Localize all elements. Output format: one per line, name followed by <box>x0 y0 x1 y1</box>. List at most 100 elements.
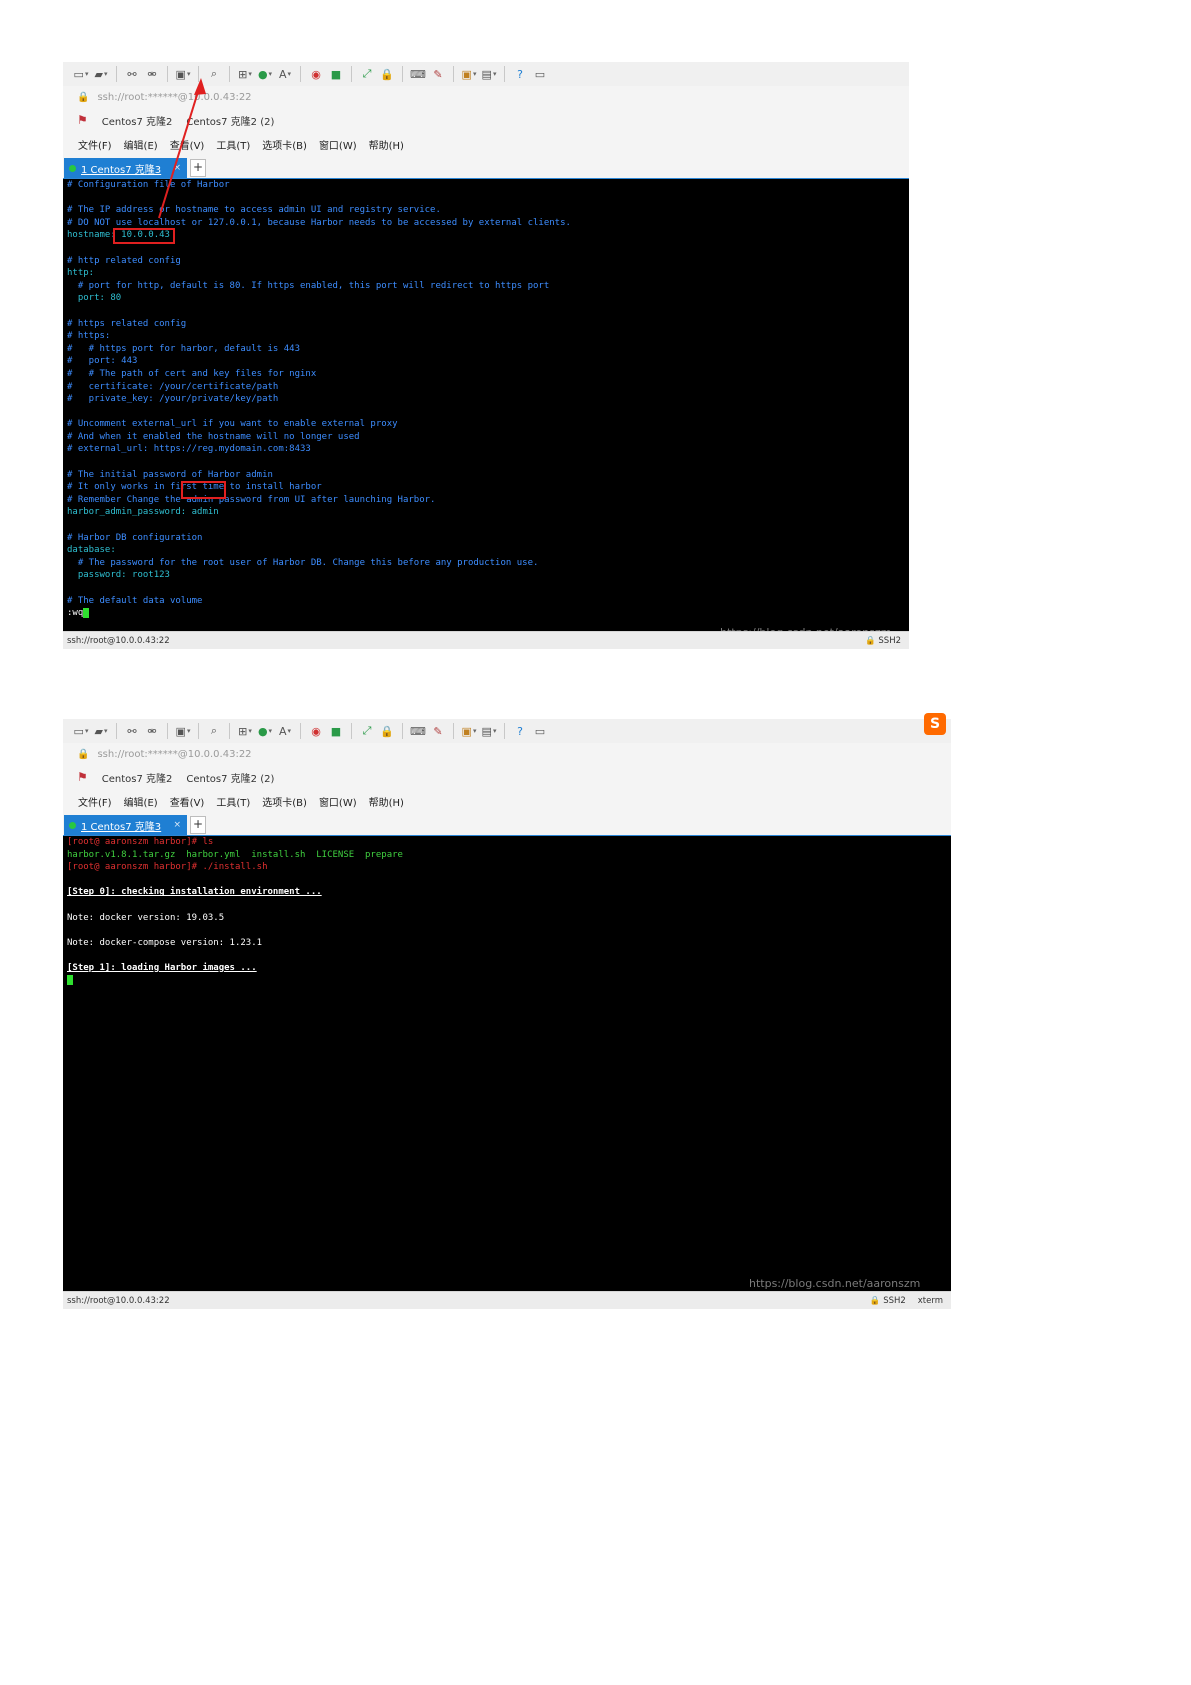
screenshot-xshell-install: ▭ ▾ ▰ ▾ ⚯ ⚮ ▣ ▾ ⌕ ⊞ ▾ ● ▾ A ▾ ◉ ■ ⤢ 🔒 ⌨ ✎ ▣ ▾ ▤… <box>63 719 951 1309</box>
search-icon[interactable]: ⌕ <box>206 66 222 82</box>
terminal-cursor <box>67 975 73 986</box>
terminal-line: # port for http, default is 80. If https… <box>67 280 550 291</box>
layout-icon[interactable]: ⊞ ▾ <box>237 66 253 82</box>
highlight-box-password <box>181 481 226 499</box>
search-icon[interactable]: ⌕ <box>206 723 222 739</box>
session-link[interactable]: Centos7 克隆2 (2) <box>186 113 274 128</box>
pen-icon[interactable]: ✎ <box>430 66 446 82</box>
toolbar-divider <box>116 66 117 82</box>
chat-icon[interactable]: ▭ <box>532 723 548 739</box>
status-term: xterm <box>917 1295 943 1306</box>
help-icon[interactable]: ? <box>512 66 528 82</box>
fullscreen-icon[interactable]: ⤢ <box>359 723 375 739</box>
terminal-line: password: root123 <box>67 570 170 581</box>
add-tab-button[interactable]: + <box>190 159 206 177</box>
keyboard-icon[interactable]: ⌨ <box>410 66 426 82</box>
window-icon[interactable]: ▤ ▾ <box>481 723 497 739</box>
menu-bar: 文件(F) 编辑(E) 查看(V) 工具(T) 选项卡(B) 窗口(W) 帮助(… <box>63 132 909 156</box>
menu-edit[interactable]: 编辑(E) <box>124 794 158 809</box>
help-icon[interactable]: ? <box>512 723 528 739</box>
menu-view[interactable]: 查看(V) <box>170 137 205 152</box>
toolbar-divider <box>116 723 117 739</box>
connect-icon[interactable]: ⚯ <box>124 723 140 739</box>
connect-icon[interactable]: ⚯ <box>124 66 140 82</box>
close-icon[interactable]: × <box>173 163 181 173</box>
address-bar[interactable]: 🔒 ssh://root:******@10.0.0.43:22 <box>63 743 951 765</box>
protocol-label: SSH2 <box>883 1295 906 1306</box>
new-session-icon[interactable]: ▭ ▾ <box>73 66 89 82</box>
terminal[interactable]: # Configuration file of Harbor # The IP … <box>63 179 909 632</box>
terminal[interactable]: [root@ aaronszm harbor]# ls harbor.v1.8.… <box>63 836 951 1292</box>
menu-tools[interactable]: 工具(T) <box>216 137 250 152</box>
chat-icon[interactable]: ▭ <box>532 66 548 82</box>
terminal-line: # http related config <box>67 255 181 266</box>
tab-session[interactable]: 1 Centos7 克隆3 × <box>64 158 187 178</box>
add-tab-button[interactable]: + <box>190 816 206 834</box>
window-icon[interactable]: ▤ ▾ <box>481 66 497 82</box>
open-folder-icon[interactable]: ▰ ▾ <box>93 723 109 739</box>
keyboard-icon[interactable]: ⌨ <box>410 723 426 739</box>
menu-window[interactable]: 窗口(W) <box>319 794 357 809</box>
protocol-label: SSH2 <box>878 635 901 646</box>
new-session-icon[interactable]: ▭ ▾ <box>73 723 89 739</box>
menu-view[interactable]: 查看(V) <box>170 794 205 809</box>
session-link[interactable]: Centos7 克隆2 (2) <box>186 770 274 785</box>
address-bar[interactable]: 🔒 ssh://root:******@10.0.0.43:22 <box>63 86 909 108</box>
menu-file[interactable]: 文件(F) <box>78 794 112 809</box>
capture-icon[interactable]: ▣ ▾ <box>461 66 477 82</box>
lock-icon[interactable]: 🔒 <box>379 723 395 739</box>
menu-tabs[interactable]: 选项卡(B) <box>262 137 307 152</box>
menu-help[interactable]: 帮助(H) <box>369 794 404 809</box>
menu-help[interactable]: 帮助(H) <box>369 137 404 152</box>
open-folder-icon[interactable]: ▰ ▾ <box>93 66 109 82</box>
terminal-line: # certificate: /your/certificate/path <box>67 381 279 392</box>
menu-edit[interactable]: 编辑(E) <box>124 137 158 152</box>
status-dot-icon <box>69 164 76 172</box>
terminal-line: # port: 443 <box>67 356 138 367</box>
menu-tools[interactable]: 工具(T) <box>216 794 250 809</box>
terminal-line-port: port: 80 <box>67 293 122 304</box>
xftp-folder-icon[interactable]: ■ <box>328 723 344 739</box>
lock-icon: 🔒 <box>77 91 90 103</box>
terminal-line: http: <box>67 268 95 279</box>
globe-icon[interactable]: ● ▾ <box>257 723 273 739</box>
menu-file[interactable]: 文件(F) <box>78 137 112 152</box>
terminal-line: # Configuration file of Harbor <box>67 180 230 190</box>
close-icon[interactable]: × <box>173 820 181 830</box>
lock-icon: 🔒 <box>865 635 876 646</box>
globe-icon[interactable]: ● ▾ <box>257 66 273 82</box>
session-bar: ⚑ Centos7 克隆2 Centos7 克隆2 (2) <box>63 765 951 789</box>
xftp-icon[interactable]: ◉ <box>308 723 324 739</box>
toolbar-divider <box>300 723 301 739</box>
address-text: ssh://root:******@10.0.0.43:22 <box>97 91 252 103</box>
pen-icon[interactable]: ✎ <box>430 723 446 739</box>
tab-session[interactable]: 1 Centos7 克隆3 × <box>64 815 187 835</box>
session-link[interactable]: Centos7 克隆2 <box>102 113 173 128</box>
layout-icon[interactable]: ⊞ ▾ <box>237 723 253 739</box>
status-bar: ssh://root@10.0.0.43:22 🔒 SSH2 <box>63 631 909 649</box>
disconnect-icon[interactable]: ⚮ <box>144 723 160 739</box>
lock-icon[interactable]: 🔒 <box>379 66 395 82</box>
xftp-folder-icon[interactable]: ■ <box>328 66 344 82</box>
properties-icon[interactable]: ▣ ▾ <box>175 66 191 82</box>
xftp-icon[interactable]: ◉ <box>308 66 324 82</box>
status-protocol: 🔒 SSH2 <box>865 636 901 646</box>
toolbar: ▭ ▾ ▰ ▾ ⚯ ⚮ ▣ ▾ ⌕ ⊞ ▾ ● ▾ A ▾ ◉ ■ ⤢ 🔒 ⌨ ✎ ▣ ▾ ▤… <box>63 62 909 87</box>
sogou-ime-icon[interactable]: S <box>924 713 946 735</box>
font-icon[interactable]: A ▾ <box>277 66 293 82</box>
capture-icon[interactable]: ▣ ▾ <box>461 723 477 739</box>
properties-icon[interactable]: ▣ ▾ <box>175 723 191 739</box>
terminal-line: # The initial password of Harbor admin <box>67 469 273 480</box>
menu-window[interactable]: 窗口(W) <box>319 137 357 152</box>
terminal-line: # private_key: /your/private/key/path <box>67 394 279 405</box>
terminal-line-admin-password: harbor_admin_password: admin <box>67 507 219 518</box>
terminal-line: # The password for the root user of Harb… <box>67 557 539 568</box>
menu-tabs[interactable]: 选项卡(B) <box>262 794 307 809</box>
session-link[interactable]: Centos7 克隆2 <box>102 770 173 785</box>
fullscreen-icon[interactable]: ⤢ <box>359 66 375 82</box>
font-icon[interactable]: A ▾ <box>277 723 293 739</box>
disconnect-icon[interactable]: ⚮ <box>144 66 160 82</box>
